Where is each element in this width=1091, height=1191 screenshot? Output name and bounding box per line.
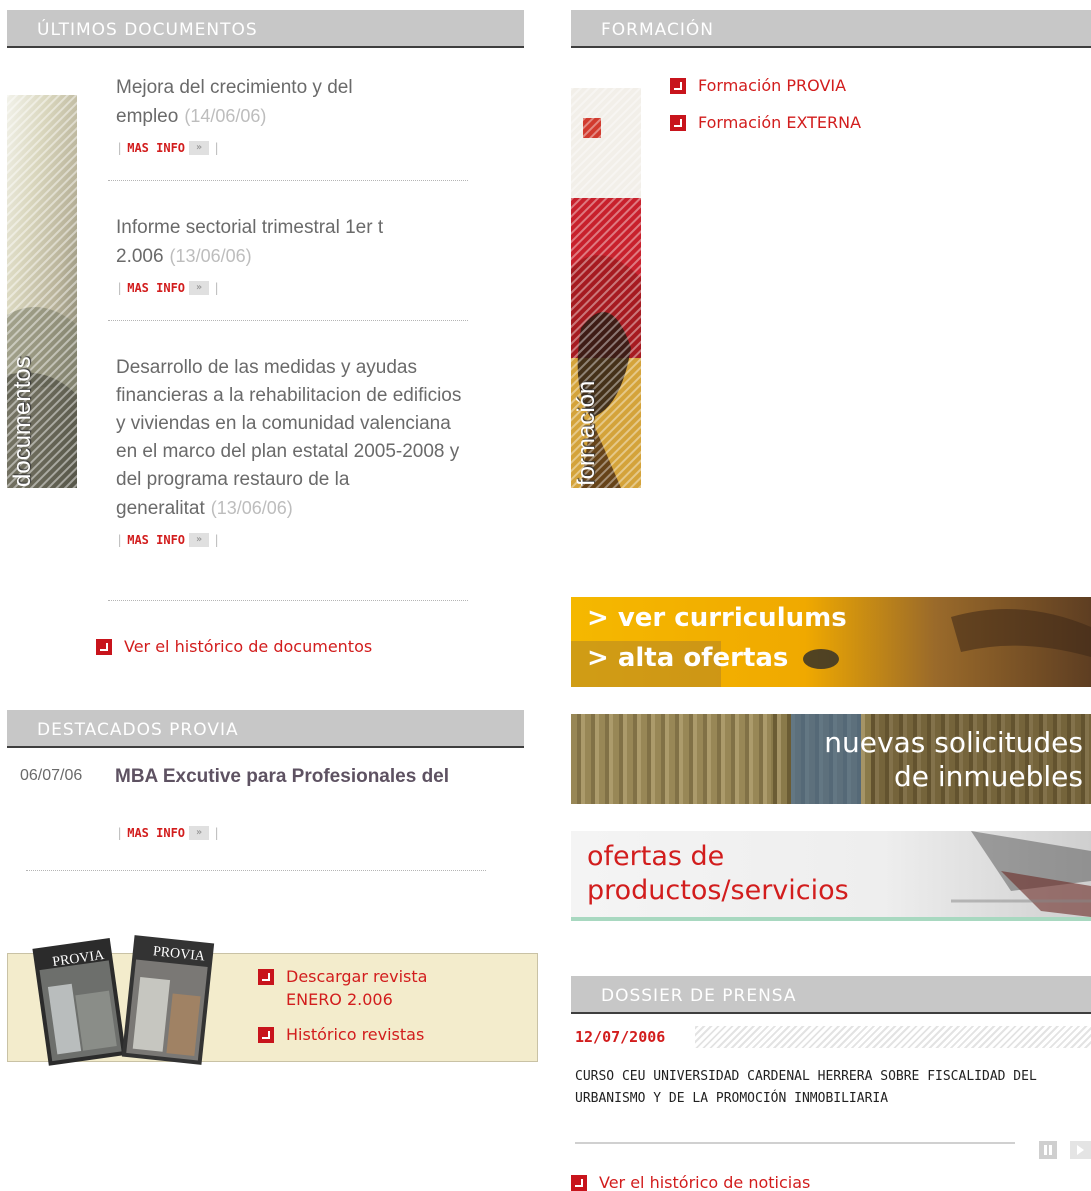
document-date: (13/06/06) [169,246,252,266]
divider [108,600,468,601]
news-history-label: Ver el histórico de noticias [599,1173,811,1191]
divider [26,870,486,871]
formacion-side-image: formación [571,88,641,488]
formacion-side-label: formación [573,380,600,486]
documents-side-label: documentos [9,356,36,487]
documents-header-title: ÚLTIMOS DOCUMENTOS [37,20,258,40]
document-item: Mejora del crecimiento y del empleo (14/0… [116,74,476,157]
more-info-label: MAS INFO [127,533,186,547]
red-square-arrow-icon [96,639,112,655]
document-item: Desarrollo de las medidas y ayudas finan… [116,354,471,549]
document-date: (14/06/06) [184,106,267,126]
download-magazine-link[interactable]: Descargar revista ENERO 2.006 [258,965,488,1011]
documents-history-label: Ver el histórico de documentos [124,637,373,656]
formacion-header-title: FORMACIÓN [601,20,714,40]
more-info-button[interactable]: | MAS INFO » | [116,826,220,840]
news-history-link[interactable]: Ver el histórico de noticias [571,1173,810,1191]
curriculums-banner-line2: > alta ofertas [587,643,789,673]
press-date: 12/07/2006 [575,1028,666,1046]
download-magazine-label: Descargar revista ENERO 2.006 [286,967,428,1009]
more-info-button[interactable]: | MAS INFO » | [116,533,220,547]
document-date: (13/06/06) [210,498,293,518]
curriculums-banner-line1: > ver curriculums [587,603,847,633]
double-chevron-right-icon: » [189,533,210,547]
pause-icon[interactable] [1039,1141,1057,1159]
magazine-history-label: Histórico revistas [286,1025,425,1044]
double-chevron-right-icon: » [189,826,210,840]
ofertas-banner[interactable]: ofertas de productos/servicios [571,831,1091,921]
formacion-section-header: FORMACIÓN [571,10,1091,48]
documents-history-link[interactable]: Ver el histórico de documentos [96,637,372,656]
ofertas-banner-line1: ofertas de [587,841,725,872]
formacion-externa-link[interactable]: Formación EXTERNA [670,113,861,132]
magazine-covers[interactable]: PROVIA PROVIA [28,925,223,1075]
more-info-label: MAS INFO [127,281,186,295]
document-title[interactable]: Desarrollo de las medidas y ayudas finan… [116,357,461,519]
destacados-header-title: DESTACADOS PROVIA [37,720,239,740]
document-item: Informe sectorial trimestral 1er t 2.006… [116,214,476,297]
documents-side-image: documentos [7,95,77,488]
more-info-button[interactable]: | MAS INFO » | [116,141,220,155]
prensa-header-title: DOSSIER DE PRENSA [601,986,797,1006]
documents-section-header: ÚLTIMOS DOCUMENTOS [7,10,524,48]
play-next-icon[interactable] [1070,1141,1091,1159]
red-square-arrow-icon [258,969,274,985]
more-info-label: MAS INFO [127,141,186,155]
curriculums-banner[interactable]: > ver curriculums > alta ofertas [571,597,1091,687]
formacion-externa-label: Formación EXTERNA [698,113,862,132]
formacion-provia-label: Formación PROVIA [698,76,847,95]
red-square-arrow-icon [258,1027,274,1043]
more-info-label: MAS INFO [127,826,186,840]
destacados-section-header: DESTACADOS PROVIA [7,710,524,748]
divider [108,320,468,321]
press-divider [575,1142,1015,1144]
inmuebles-banner-line2: de inmuebles [893,760,1083,793]
red-square-arrow-icon [670,115,686,131]
press-date-hatch [695,1026,1091,1048]
red-square-arrow-icon [571,1175,587,1191]
destacado-title[interactable]: MBA Excutive para Profesionales del [115,764,485,790]
destacado-date: 06/07/06 [20,767,83,784]
formacion-provia-link[interactable]: Formación PROVIA [670,76,846,95]
ofertas-banner-line2: productos/servicios [587,875,849,906]
inmuebles-banner[interactable]: nuevas solicitudes de inmuebles [571,714,1091,804]
double-chevron-right-icon: » [189,141,210,155]
inmuebles-banner-line1: nuevas solicitudes [824,726,1083,759]
double-chevron-right-icon: » [189,281,210,295]
prensa-section-header: DOSSIER DE PRENSA [571,976,1091,1014]
divider [108,180,468,181]
more-info-button[interactable]: | MAS INFO » | [116,281,220,295]
red-square-arrow-icon [670,78,686,94]
press-headline[interactable]: CURSO CEU UNIVERSIDAD CARDENAL HERRERA S… [575,1066,1075,1110]
magazine-history-link[interactable]: Histórico revistas [258,1025,424,1044]
